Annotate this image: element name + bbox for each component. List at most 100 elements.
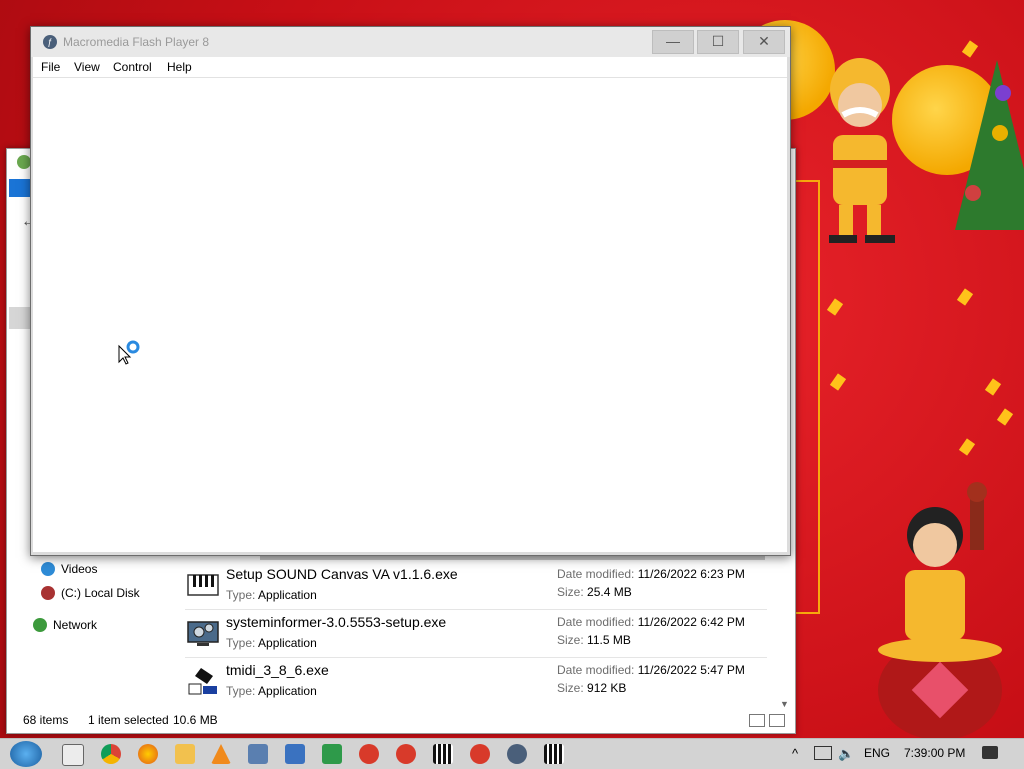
network-icon [33, 618, 47, 632]
piano-icon[interactable] [544, 744, 564, 764]
maximize-button[interactable]: ☐ [697, 30, 739, 54]
size-label: Size: [557, 633, 584, 647]
file-date: Date modified: 11/26/2022 6:23 PM [557, 567, 745, 581]
type-value: Application [258, 684, 317, 698]
file-row[interactable]: tmidi_3_8_6.exe Type: Application Date m… [185, 658, 767, 705]
confetti-decoration [984, 378, 1002, 396]
vlc-icon[interactable] [211, 744, 231, 764]
date-label: Date modified: [557, 663, 635, 677]
piano-icon [187, 574, 219, 596]
app-icon[interactable] [322, 744, 342, 764]
file-list: Setup SOUND Canvas VA v1.1.6.exe Type: A… [185, 562, 767, 705]
minimize-button[interactable]: — [652, 30, 694, 54]
file-size: Size: 25.4 MB [557, 585, 632, 599]
item-count: 68 items [23, 713, 69, 727]
app-icon[interactable] [396, 744, 416, 764]
date-value: 11/26/2022 6:42 PM [637, 615, 745, 629]
file-name: systeminformer-3.0.5553-setup.exe [226, 614, 447, 630]
file-date: Date modified: 11/26/2022 5:47 PM [557, 663, 745, 677]
navigation-pane: Videos (C:) Local Disk Network [27, 557, 187, 637]
file-row[interactable]: systeminformer-3.0.5553-setup.exe Type: … [185, 610, 767, 658]
flash-player-window: ƒ Macromedia Flash Player 8 — ☐ ✕ File V… [30, 26, 791, 556]
date-label: Date modified: [557, 567, 635, 581]
size-value: 25.4 MB [587, 585, 632, 599]
file-name: Setup SOUND Canvas VA v1.1.6.exe [226, 566, 458, 582]
size-value: 912 KB [587, 681, 627, 695]
nav-item-label: Videos [61, 562, 98, 576]
videos-icon [41, 562, 55, 576]
chrome-icon[interactable] [101, 744, 121, 764]
date-label: Date modified: [557, 615, 635, 629]
close-button[interactable]: ✕ [743, 30, 785, 54]
ornament-decoration [995, 85, 1011, 101]
piano-icon[interactable] [433, 744, 453, 764]
file-name: tmidi_3_8_6.exe [226, 662, 329, 678]
date-value: 11/26/2022 6:23 PM [637, 567, 745, 581]
volume-icon[interactable]: 🔈 [838, 746, 854, 762]
disk-icon [41, 586, 55, 600]
title-bar[interactable]: ƒ Macromedia Flash Player 8 — ☐ ✕ [31, 27, 790, 57]
menu-bar: File View Control Help [33, 57, 787, 78]
size-label: Size: [557, 585, 584, 599]
size-label: Size: [557, 681, 584, 695]
nav-item-label: Network [53, 618, 98, 632]
start-button[interactable] [10, 741, 42, 767]
app-icon[interactable] [470, 744, 490, 764]
large-icons-view-icon[interactable] [769, 714, 785, 727]
flash-content-area[interactable] [33, 78, 787, 552]
app-icon[interactable] [359, 744, 379, 764]
selected-count: 1 item selected [88, 713, 169, 727]
confetti-decoration [958, 438, 976, 456]
christmas-tree-decoration [955, 60, 1024, 230]
taskbar: ^ 🔈 ENG 7:39:00 PM [0, 738, 1024, 769]
app-icon[interactable] [248, 744, 268, 764]
view-toggle [745, 714, 785, 730]
explorer-app-icon [17, 155, 31, 169]
file-type: Type: Application [226, 588, 317, 602]
file-size: Size: 11.5 MB [557, 633, 631, 647]
confetti-decoration [996, 408, 1014, 426]
language-indicator[interactable]: ENG [864, 746, 890, 760]
type-value: Application [258, 588, 317, 602]
midi-icon [188, 668, 217, 695]
cartoon-man-decoration [829, 58, 895, 243]
file-explorer-icon[interactable] [175, 744, 195, 764]
nav-item-videos[interactable]: Videos [27, 557, 187, 581]
nav-item-network[interactable]: Network [27, 613, 187, 637]
file-row[interactable]: Setup SOUND Canvas VA v1.1.6.exe Type: A… [185, 562, 767, 610]
ornament-decoration [965, 185, 981, 201]
selected-size: 10.6 MB [173, 713, 218, 727]
notification-icon[interactable] [982, 746, 998, 759]
chevron-up-icon[interactable]: ^ [792, 746, 798, 761]
app-icon[interactable] [285, 744, 305, 764]
busy-cursor-icon [118, 340, 140, 365]
menu-view[interactable]: View [74, 60, 100, 74]
file-date: Date modified: 11/26/2022 6:42 PM [557, 615, 745, 629]
window-title: Macromedia Flash Player 8 [63, 35, 210, 49]
type-value: Application [258, 636, 317, 650]
file-type: Type: Application [226, 684, 317, 698]
network-icon[interactable] [814, 746, 832, 760]
confetti-decoration [961, 40, 979, 58]
nav-item-local-disk[interactable]: (C:) Local Disk [27, 581, 187, 605]
confetti-decoration [829, 373, 847, 391]
monitor-gear-icon [187, 621, 219, 646]
task-view-icon[interactable] [62, 744, 84, 766]
clock[interactable]: 7:39:00 PM [904, 746, 965, 760]
firefox-icon[interactable] [138, 744, 158, 764]
confetti-decoration [956, 288, 974, 306]
date-value: 11/26/2022 5:47 PM [637, 663, 745, 677]
file-size: Size: 912 KB [557, 681, 626, 695]
flash-player-icon: ƒ [43, 35, 57, 49]
cartoon-boy-decoration [878, 482, 1002, 740]
ornament-decoration [992, 125, 1008, 141]
details-view-icon[interactable] [749, 714, 765, 727]
vertical-scrollbar[interactable]: ▼ [779, 549, 791, 709]
type-label: Type: [226, 588, 256, 602]
type-label: Type: [226, 684, 256, 698]
menu-control[interactable]: Control [113, 60, 152, 74]
menu-file[interactable]: File [41, 60, 60, 74]
scroll-down-icon[interactable]: ▼ [780, 699, 789, 709]
menu-help[interactable]: Help [167, 60, 192, 74]
flash-player-icon[interactable] [507, 744, 527, 764]
